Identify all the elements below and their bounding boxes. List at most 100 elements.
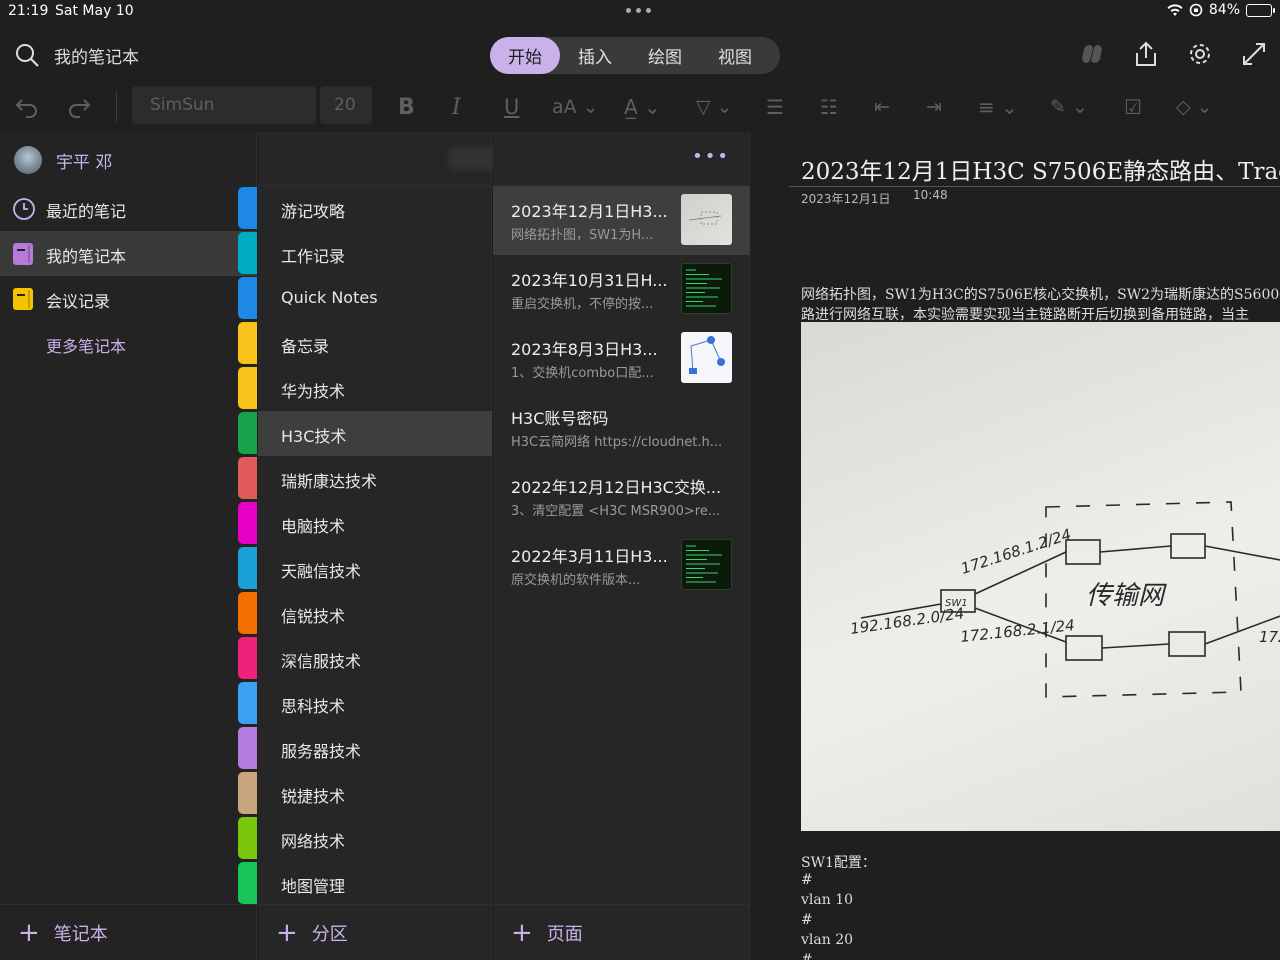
- section-item[interactable]: 网络技术: [258, 816, 492, 861]
- highlighter-icon[interactable]: ▽ ⌄: [696, 92, 733, 122]
- tag-icon[interactable]: ◇ ⌄: [1176, 92, 1213, 122]
- checkbox-icon[interactable]: ☑: [1124, 92, 1142, 122]
- battery-percent: 84%: [1208, 2, 1240, 18]
- section-item[interactable]: 思科技术: [258, 681, 492, 726]
- indent-icon[interactable]: ⇥: [926, 92, 942, 122]
- section-item[interactable]: 地图管理: [258, 861, 492, 906]
- numbered-list-icon[interactable]: ☷: [820, 92, 838, 122]
- styles-icon[interactable]: ✎ ⌄: [1050, 92, 1088, 122]
- add-page-button[interactable]: + 页面: [493, 904, 749, 960]
- section-color-tab[interactable]: [238, 547, 257, 589]
- underline-icon[interactable]: U: [504, 92, 519, 122]
- page-thumbnail: [681, 194, 732, 245]
- tab-2[interactable]: 绘图: [630, 37, 700, 74]
- copilot-icon[interactable]: [1078, 40, 1106, 68]
- section-color-tab[interactable]: [238, 862, 257, 904]
- section-item[interactable]: 游记攻略: [258, 186, 492, 231]
- section-item[interactable]: H3C技术: [258, 411, 492, 456]
- italic-icon[interactable]: I: [452, 92, 461, 122]
- notebook-item[interactable]: 会议记录: [0, 276, 257, 321]
- section-color-tab[interactable]: [238, 367, 257, 409]
- section-color-tab[interactable]: [238, 232, 257, 274]
- wifi-icon: [1167, 3, 1183, 16]
- page-snippet: 3、清空配置 <H3C MSR900>re...: [511, 504, 721, 519]
- more-notebooks-link[interactable]: 更多笔记本: [46, 333, 126, 357]
- page-item[interactable]: 2023年12月1日H3... 网络拓扑图，SW1为H...: [493, 186, 750, 255]
- outdent-icon[interactable]: ⇤: [874, 92, 890, 122]
- notebook-label: 会议记录: [46, 292, 111, 311]
- note-paragraph[interactable]: 网络拓扑图，SW1为H3C的S7506E核心交换机，SW2为瑞斯康达的S5600…: [801, 284, 1280, 304]
- section-item[interactable]: 服务器技术: [258, 726, 492, 771]
- tab-0[interactable]: 开始: [490, 37, 560, 74]
- page-snippet: 原交换机的软件版本...: [511, 573, 641, 588]
- topology-photo[interactable]: SW1 192.168.2.0/24 172.168.1.2/24 172.16…: [801, 322, 1280, 831]
- tab-1[interactable]: 插入: [560, 37, 630, 74]
- note-canvas[interactable]: 2023年12月1日H3C S7506E静态路由、Track 2023年12月1…: [751, 132, 1280, 960]
- account-header[interactable]: 宇平 邓: [14, 146, 112, 174]
- note-title[interactable]: 2023年12月1日H3C S7506E静态路由、Track: [801, 152, 1280, 186]
- page-item[interactable]: H3C账号密码 H3C云简网络 https://cloudnet.h...: [493, 393, 750, 462]
- ip-label-lower: 172.168.2.1/24: [960, 616, 1076, 646]
- notebooks-pane: 宇平 邓 最近的笔记 我的笔记本会议记录 更多笔记本 + 笔记本: [0, 132, 257, 960]
- section-item[interactable]: 瑞斯康达技术: [258, 456, 492, 501]
- section-color-tab[interactable]: [238, 322, 257, 364]
- font-family-field[interactable]: SimSun: [132, 86, 316, 124]
- section-color-tab[interactable]: [238, 637, 257, 679]
- section-color-tab[interactable]: [238, 772, 257, 814]
- section-item[interactable]: 天融信技术: [258, 546, 492, 591]
- share-icon[interactable]: [1132, 40, 1160, 68]
- section-color-tab[interactable]: [238, 502, 257, 544]
- section-color-tab[interactable]: [238, 817, 257, 859]
- section-color-tab[interactable]: [238, 682, 257, 724]
- config-line[interactable]: #: [801, 872, 813, 888]
- section-color-tab[interactable]: [238, 277, 257, 319]
- section-item[interactable]: 工作记录: [258, 231, 492, 276]
- expand-icon[interactable]: [1240, 40, 1268, 68]
- config-line[interactable]: #: [801, 952, 813, 960]
- bullet-list-icon[interactable]: ☰: [766, 92, 784, 122]
- align-icon[interactable]: ≡ ⌄: [978, 92, 1018, 122]
- plus-icon: +: [18, 917, 40, 948]
- notebook-item[interactable]: 最近的笔记: [0, 186, 257, 231]
- page-title: H3C账号密码: [511, 409, 609, 428]
- undo-icon[interactable]: [14, 92, 40, 122]
- section-item[interactable]: 深信服技术: [258, 636, 492, 681]
- section-color-tab[interactable]: [238, 727, 257, 769]
- page-thumbnail: [681, 263, 732, 314]
- add-notebook-button[interactable]: + 笔记本: [0, 904, 256, 960]
- section-color-tab[interactable]: [238, 412, 257, 454]
- redo-icon[interactable]: [66, 92, 92, 122]
- section-item[interactable]: 锐捷技术: [258, 771, 492, 816]
- section-color-tab[interactable]: [238, 457, 257, 499]
- font-size-field[interactable]: 20: [320, 86, 372, 124]
- status-date: Sat May 10: [55, 3, 134, 19]
- section-item[interactable]: 备忘录: [258, 321, 492, 366]
- section-item[interactable]: 华为技术: [258, 366, 492, 411]
- section-color-tab[interactable]: [238, 187, 257, 229]
- section-color-tab[interactable]: [238, 592, 257, 634]
- notebook-item[interactable]: 我的笔记本: [0, 231, 257, 276]
- page-item[interactable]: 2023年10月31日H... 重启交换机，不停的按...: [493, 255, 750, 324]
- config-line[interactable]: #: [801, 912, 813, 928]
- add-section-button[interactable]: + 分区: [258, 904, 491, 960]
- gear-icon[interactable]: [1186, 40, 1214, 68]
- text-size-icon[interactable]: aA ⌄: [552, 92, 599, 122]
- font-color-icon[interactable]: A̲ ⌄: [624, 92, 661, 122]
- multitask-dots-icon[interactable]: [626, 8, 651, 13]
- config-line[interactable]: SW1配置：: [801, 852, 876, 872]
- page-item[interactable]: 2022年12月12日H3C交换... 3、清空配置 <H3C MSR900>re…: [493, 462, 750, 531]
- config-line[interactable]: vlan 20: [801, 932, 853, 948]
- config-line[interactable]: vlan 10: [801, 892, 853, 908]
- toolbar-divider: [116, 90, 117, 122]
- section-item[interactable]: Quick Notes: [258, 276, 492, 321]
- section-item[interactable]: 电脑技术: [258, 501, 492, 546]
- note-paragraph[interactable]: 路进行网络互联，本实验需要实现当主链路断开后切换到备用链路，当主: [801, 304, 1249, 324]
- page-item[interactable]: 2023年8月3日H3... 1、交换机combo口配...: [493, 324, 750, 393]
- bold-icon[interactable]: B: [398, 92, 415, 122]
- search-bar[interactable]: 我的笔记本: [14, 42, 139, 68]
- section-item[interactable]: 信锐技术: [258, 591, 492, 636]
- more-options-icon[interactable]: •••: [692, 146, 730, 167]
- tab-3[interactable]: 视图: [700, 37, 770, 74]
- page-item[interactable]: 2022年3月11日H3... 原交换机的软件版本...: [493, 531, 750, 600]
- search-placeholder: 我的笔记本: [54, 47, 139, 68]
